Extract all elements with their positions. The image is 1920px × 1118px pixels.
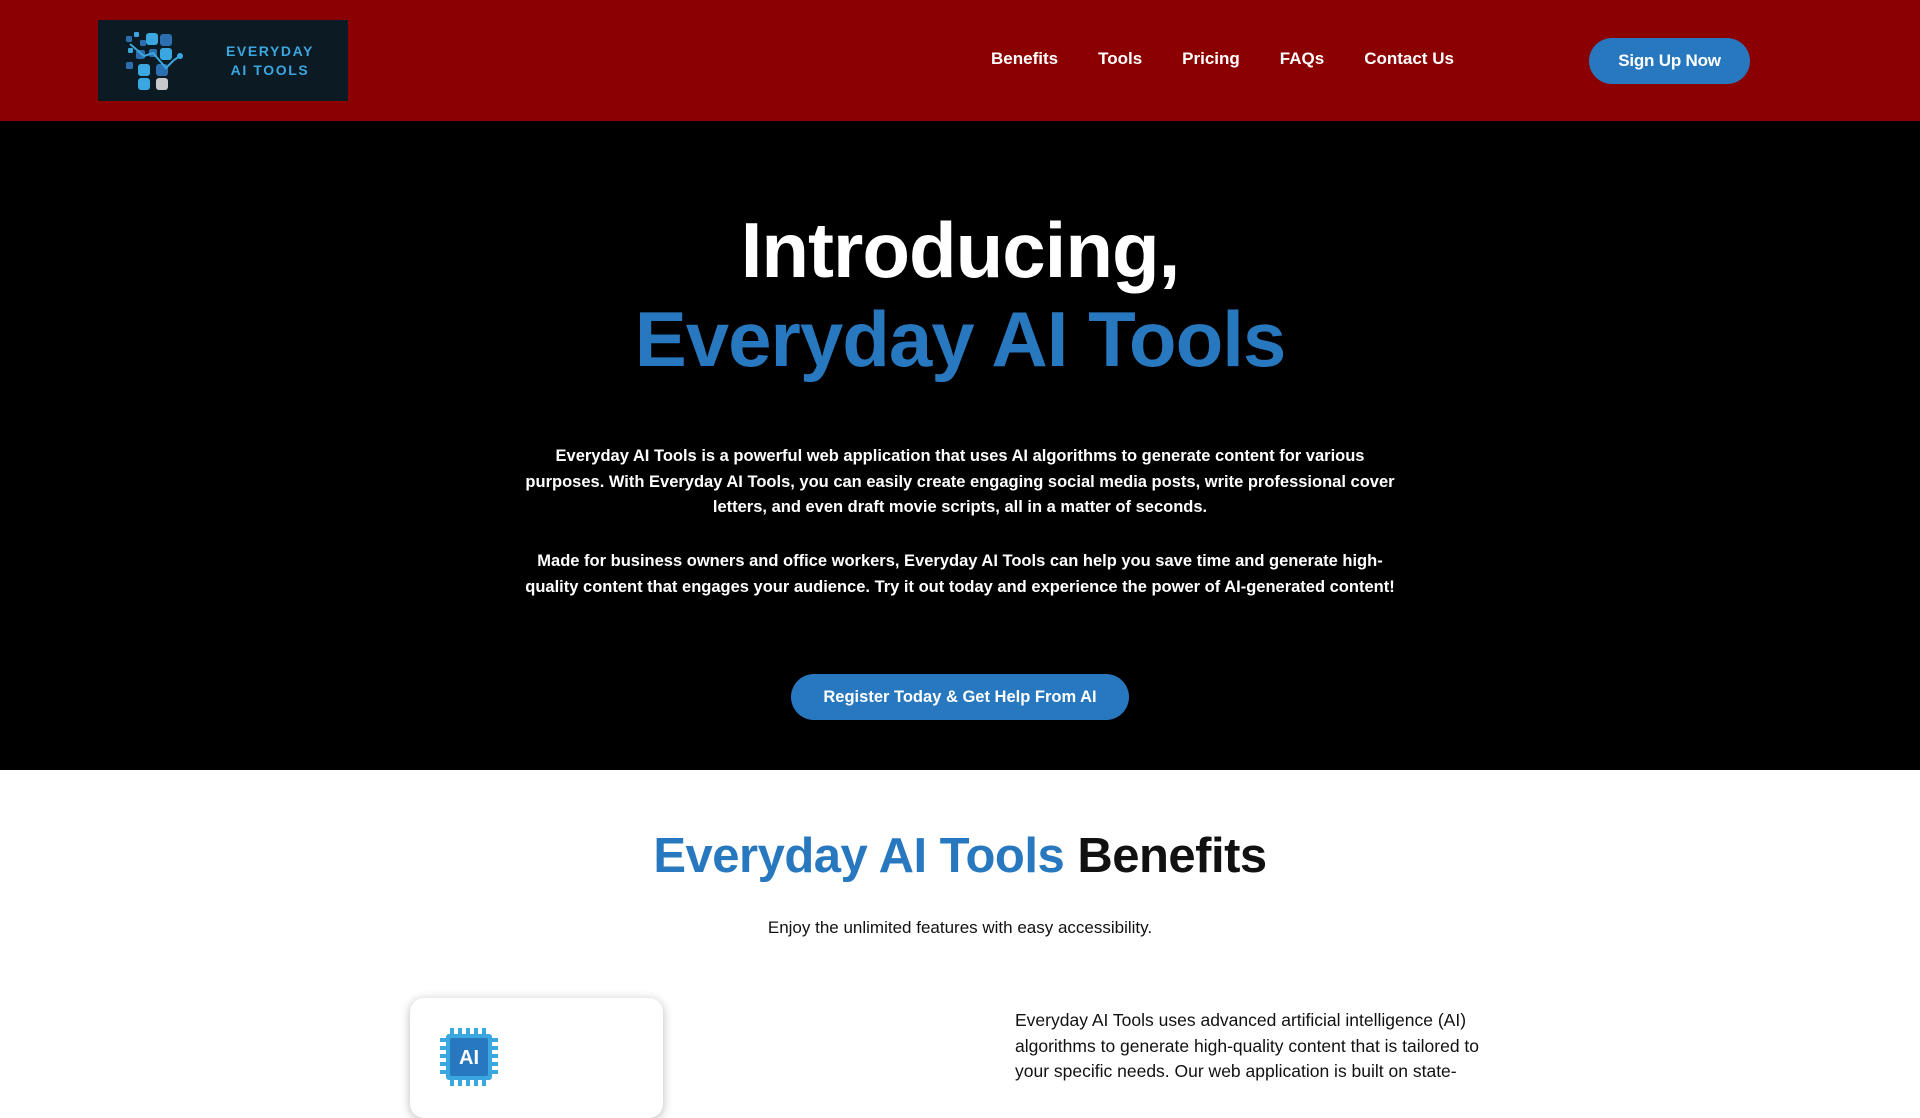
hero-paragraph-2: Made for business owners and office work… — [525, 552, 1395, 596]
register-cta-button[interactable]: Register Today & Get Help From AI — [791, 674, 1129, 720]
brand-line-2: AI TOOLS — [230, 62, 310, 78]
nav-faqs[interactable]: FAQs — [1280, 49, 1324, 69]
benefits-subtitle: Enjoy the unlimited features with easy a… — [767, 918, 1153, 937]
ai-chip-icon: AI — [440, 1028, 498, 1086]
benefit-description: Everyday AI Tools uses advanced artifici… — [1015, 1010, 1480, 1081]
nav-pricing[interactable]: Pricing — [1182, 49, 1240, 69]
site-header: EVERYDAY AI TOOLS Benefits Tools Pricing… — [0, 0, 1920, 121]
nav-contact-us[interactable]: Contact Us — [1364, 49, 1454, 69]
hero-title-brand: Everyday AI Tools — [634, 295, 1287, 383]
nav-benefits[interactable]: Benefits — [991, 49, 1058, 69]
hero-title-intro: Introducing, — [740, 206, 1181, 294]
brand-wordmark: EVERYDAY AI TOOLS — [220, 42, 320, 80]
benefits-title-brand: Everyday AI Tools — [653, 829, 1065, 883]
brand-logo[interactable]: EVERYDAY AI TOOLS — [98, 20, 348, 101]
hero-paragraph-1: Everyday AI Tools is a powerful web appl… — [525, 447, 1395, 516]
main-nav: Benefits Tools Pricing FAQs Contact Us — [991, 49, 1494, 69]
nav-tools[interactable]: Tools — [1098, 49, 1142, 69]
feature-card: AI — [410, 998, 663, 1118]
brand-line-1: EVERYDAY — [225, 43, 315, 59]
hero-section: Introducing, Everyday AI Tools Everyday … — [0, 121, 1920, 770]
dots-network-icon — [126, 32, 183, 90]
benefits-title: Everyday AI Tools Benefits — [0, 824, 1920, 888]
ai-chip-label: AI — [459, 1047, 479, 1069]
sign-up-button[interactable]: Sign Up Now — [1589, 38, 1750, 84]
benefits-title-word: Benefits — [1077, 829, 1267, 883]
